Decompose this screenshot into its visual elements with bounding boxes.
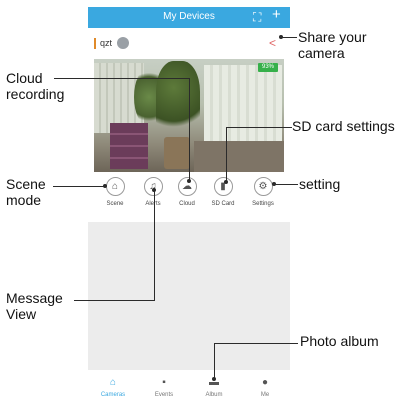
video-shelf <box>110 123 148 169</box>
message-icon: ▪ <box>162 377 166 388</box>
callout-line-photo-h <box>214 343 298 344</box>
video-window <box>204 65 282 143</box>
nav-album-label: Album <box>205 392 223 398</box>
annotation-share: Share your camera <box>298 29 367 61</box>
callout-line-cloud-v <box>189 78 190 180</box>
bell-icon: ♫ <box>143 177 163 196</box>
cloud-label: Cloud <box>179 201 195 207</box>
nav-me[interactable]: ● Me <box>245 377 285 398</box>
camera-marker <box>94 38 96 49</box>
sd-card-icon: ▮ <box>213 177 233 196</box>
nav-events-label: Events <box>154 392 174 398</box>
home-icon: ⌂ <box>105 177 125 196</box>
video-plant <box>156 61 200 137</box>
callout-line-scene <box>53 186 105 187</box>
scene-label: Scene <box>106 201 124 207</box>
annotation-message: Message View <box>6 290 63 322</box>
annotation-cloud: Cloud recording <box>6 70 65 102</box>
callout-line-message-h <box>74 300 155 301</box>
bottom-nav: ⌂ Cameras ▪ Events ▬ Album ● Me <box>88 377 290 404</box>
settings-label: Settings <box>252 201 274 207</box>
camera-toolbar: ⌂ Scene ♫ Alerts ☁ Cloud ▮ SD Card ⚙ Set… <box>88 177 290 217</box>
callout-line-sd-h <box>226 127 292 128</box>
callout-dot-cloud <box>187 179 191 183</box>
annotation-scene: Scene mode <box>6 176 46 208</box>
callout-dot-sd <box>224 180 228 184</box>
person-icon: ● <box>261 377 269 388</box>
callout-line-cloud-h <box>54 78 190 79</box>
camera-name[interactable]: qzt <box>100 38 112 48</box>
battery-badge: 93% <box>258 63 278 72</box>
nav-cameras-label: Cameras <box>100 392 126 398</box>
annotation-sd: SD card settings <box>292 118 395 134</box>
callout-dot-setting <box>272 182 276 186</box>
home-icon: ⌂ <box>109 377 117 388</box>
sd-card-label: SD Card <box>211 201 235 207</box>
annotation-setting: setting <box>299 176 341 192</box>
phone-screen: My Devices ⛶ + qzt < 93% ⌂ Scene ♫ Alert… <box>88 7 290 404</box>
cloud-status-icon <box>117 37 129 49</box>
gear-icon: ⚙ <box>253 177 273 196</box>
callout-dot-photo <box>212 377 216 381</box>
callout-dot-scene <box>103 184 107 188</box>
callout-dot-share <box>279 35 283 39</box>
callout-line-message-v <box>154 190 155 301</box>
alerts-button[interactable]: ♫ Alerts <box>138 177 168 207</box>
nav-events[interactable]: ▪ Events <box>144 377 184 398</box>
annotation-photo: Photo album <box>300 333 379 349</box>
callout-dot-message <box>152 188 156 192</box>
callout-line-sd-v <box>226 127 227 181</box>
sd-card-button[interactable]: ▮ SD Card <box>208 177 238 207</box>
alerts-label: Alerts <box>145 201 161 207</box>
video-sill <box>194 141 284 172</box>
callout-line-setting <box>274 184 298 185</box>
camera-header: qzt < <box>88 30 290 58</box>
callout-line-share <box>281 37 297 38</box>
fullscreen-icon[interactable]: ⛶ <box>253 10 261 24</box>
scene-button[interactable]: ⌂ Scene <box>100 177 130 207</box>
top-bar: My Devices ⛶ + <box>88 7 290 28</box>
callout-line-photo-v <box>214 343 215 379</box>
share-icon[interactable]: < <box>269 36 276 50</box>
nav-cameras[interactable]: ⌂ Cameras <box>93 377 133 398</box>
nav-me-label: Me <box>260 392 270 398</box>
video-pot <box>164 137 190 169</box>
content-area <box>88 222 290 370</box>
add-device-icon[interactable]: + <box>272 7 281 22</box>
